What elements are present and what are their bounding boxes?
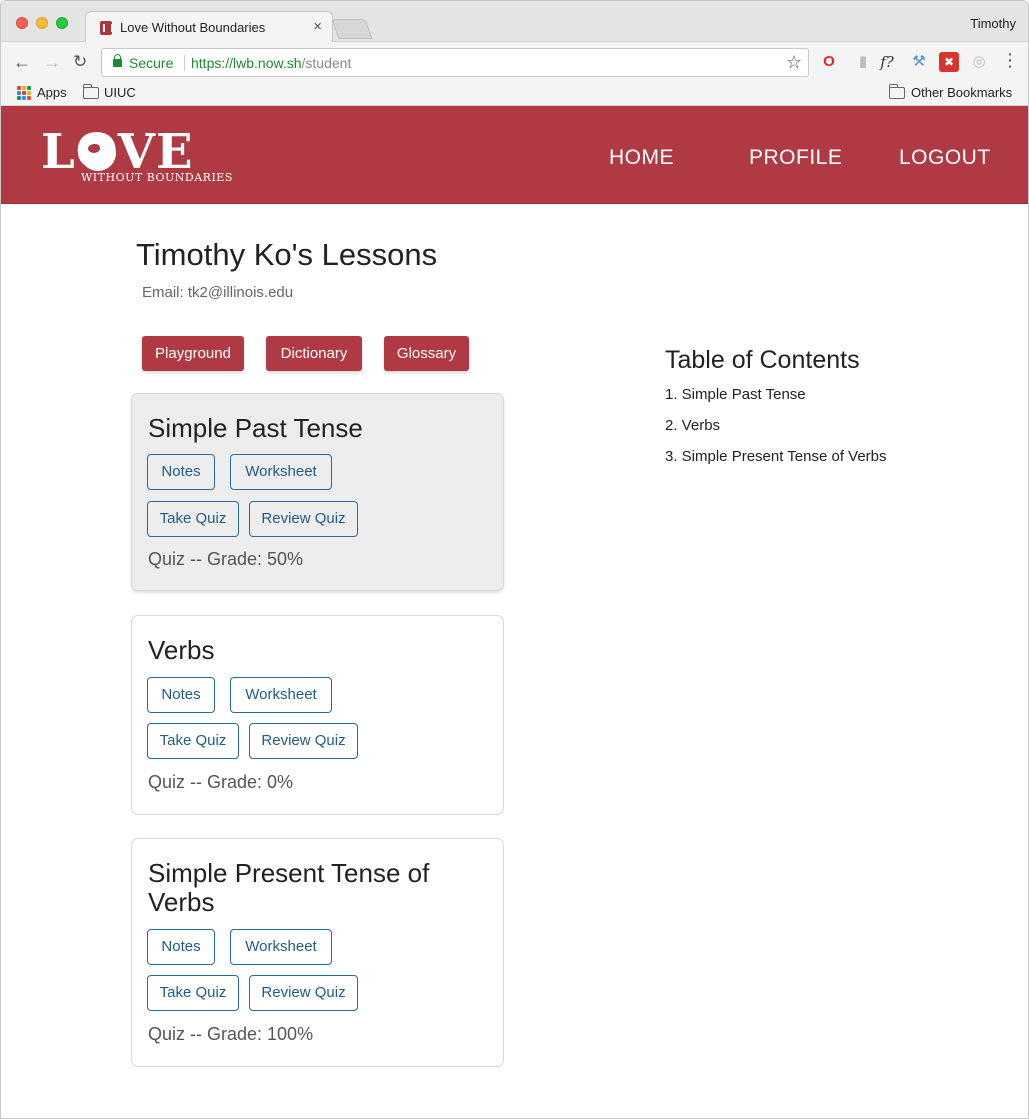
notes-button[interactable]: Notes — [147, 454, 215, 490]
folder-icon — [83, 84, 99, 99]
page-title: Timothy Ko's Lessons — [136, 237, 438, 272]
red-extension-icon[interactable]: ✖ — [939, 52, 959, 72]
lesson-card: Simple Present Tense of Verbs Notes Work… — [131, 838, 504, 1067]
browser-menu-icon[interactable]: ⋮ — [1001, 50, 1019, 71]
review-quiz-button[interactable]: Review Quiz — [249, 975, 358, 1011]
bookmarks-bar: Apps UIUC Other Bookmarks — [1, 82, 1028, 106]
glossary-button[interactable]: Glossary — [384, 336, 469, 371]
profile-name[interactable]: Timothy — [970, 16, 1016, 31]
lock-icon — [113, 54, 122, 67]
playground-button[interactable]: Playground — [142, 336, 244, 371]
bookmark-other[interactable]: Other Bookmarks — [911, 85, 1012, 100]
logo-subtitle: WITHOUT BOUNDARIES — [81, 171, 233, 184]
browser-window: Love Without Boundaries × Timothy ← → ↻ … — [0, 0, 1029, 1119]
bookmark-uiuc[interactable]: UIUC — [104, 85, 136, 100]
folder-icon — [889, 84, 905, 99]
toc-item[interactable]: 2. Verbs — [665, 417, 720, 434]
maximize-window-button[interactable] — [56, 17, 68, 29]
minimize-window-button[interactable] — [36, 17, 48, 29]
lesson-title: Verbs — [148, 635, 215, 665]
notes-button[interactable]: Notes — [147, 929, 215, 965]
apps-grid-dot — [17, 91, 21, 95]
quiz-grade: Quiz -- Grade: 50% — [148, 549, 304, 569]
site-header: LOVE WITHOUT BOUNDARIES HOME PROFILE LOG… — [1, 106, 1028, 204]
browser-toolbar: ← → ↻ Secure https://lwb.now.sh/student … — [1, 42, 1028, 82]
apps-grid-dot — [27, 91, 31, 95]
take-quiz-button[interactable]: Take Quiz — [147, 723, 239, 759]
lesson-card: Verbs Notes Worksheet Take Quiz Review Q… — [131, 615, 504, 815]
apps-grid-dot — [17, 86, 21, 90]
lesson-title: Simple Present Tense of Verbs — [148, 858, 430, 917]
reload-icon[interactable]: ↻ — [73, 51, 87, 73]
close-window-button[interactable] — [16, 17, 28, 29]
dictionary-button[interactable]: Dictionary — [266, 336, 362, 371]
lesson-card: Simple Past Tense Notes Worksheet Take Q… — [131, 393, 504, 591]
browser-tab[interactable]: Love Without Boundaries × — [85, 11, 333, 43]
back-icon[interactable]: ← — [13, 51, 31, 73]
bookmark-star-icon[interactable]: ☆ — [786, 52, 802, 73]
worksheet-button[interactable]: Worksheet — [230, 677, 332, 713]
apps-grid-dot — [22, 86, 26, 90]
notes-button[interactable]: Notes — [147, 677, 215, 713]
url-scheme: https:// — [191, 55, 234, 71]
forward-icon[interactable]: → — [43, 51, 61, 73]
nav-home[interactable]: HOME — [609, 146, 674, 170]
toc-item[interactable]: 3. Simple Present Tense of Verbs — [665, 448, 887, 465]
secure-label: Secure — [129, 55, 174, 71]
quiz-grade: Quiz -- Grade: 0% — [148, 772, 294, 792]
url-text[interactable]: https://lwb.now.sh/student — [191, 55, 351, 71]
tab-close-icon[interactable]: × — [313, 18, 322, 35]
lesson-title: Simple Past Tense — [148, 413, 363, 443]
take-quiz-button[interactable]: Take Quiz — [147, 975, 239, 1011]
worksheet-button[interactable]: Worksheet — [230, 929, 332, 965]
worksheet-button[interactable]: Worksheet — [230, 454, 332, 490]
address-divider — [184, 55, 185, 71]
review-quiz-button[interactable]: Review Quiz — [249, 723, 358, 759]
url-path: /student — [301, 55, 352, 71]
address-bar[interactable]: Secure https://lwb.now.sh/student ☆ — [101, 48, 809, 77]
new-tab-button[interactable] — [331, 19, 373, 39]
toc-item[interactable]: 1. Simple Past Tense — [665, 386, 806, 403]
review-quiz-button[interactable]: Review Quiz — [249, 501, 358, 537]
apps-grid-dot — [22, 96, 26, 100]
nav-profile[interactable]: PROFILE — [749, 146, 842, 170]
take-quiz-button[interactable]: Take Quiz — [147, 501, 239, 537]
quiz-grade: Quiz -- Grade: 100% — [148, 1024, 314, 1044]
toc-title: Table of Contents — [665, 346, 860, 374]
tab-title: Love Without Boundaries — [120, 20, 266, 35]
gray-extension-icon[interactable]: ▮ — [853, 52, 873, 72]
apps-grid-dot — [22, 91, 26, 95]
site-logo[interactable]: LOVE WITHOUT BOUNDARIES — [41, 124, 233, 184]
apps-grid-dot — [17, 96, 21, 100]
apps-grid-icon[interactable] — [17, 86, 31, 100]
user-email: Email: tk2@illinois.edu — [142, 284, 294, 301]
apps-grid-dot — [27, 86, 31, 90]
logo-wordmark: LOVE — [41, 124, 194, 180]
url-host: lwb.now.sh — [233, 55, 302, 71]
bookmark-apps[interactable]: Apps — [37, 85, 67, 100]
favicon-icon — [100, 21, 113, 35]
circle-extension-icon[interactable]: ◎ — [969, 52, 989, 72]
f-formula-icon[interactable]: f? — [877, 52, 897, 72]
apps-grid-dot — [27, 96, 31, 100]
globe-icon — [80, 135, 116, 171]
title-bar: Love Without Boundaries × Timothy — [1, 1, 1028, 43]
opera-icon[interactable]: O — [819, 52, 839, 72]
tools-icon[interactable]: ⚒ — [909, 52, 929, 72]
nav-logout[interactable]: LOGOUT — [899, 146, 991, 170]
